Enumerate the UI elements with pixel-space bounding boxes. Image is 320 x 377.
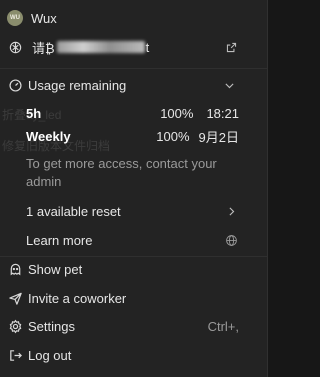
gauge-icon (7, 77, 23, 93)
usage-row-percent: 100% (156, 128, 190, 144)
usage-row-reset: 9月2日 (198, 129, 239, 145)
pet-icon (7, 261, 23, 277)
usage-row-label: 5h (26, 105, 42, 121)
account-row[interactable]: 请₿ t (0, 36, 267, 58)
account-suffix: t (145, 39, 150, 55)
settings-shortcut: Ctrl+, (207, 318, 239, 334)
account-menu: 折叠ay_led 修复旧版本文件归档 WU Wux 请₿ t Usage rem… (0, 0, 268, 377)
settings-item[interactable]: Settings Ctrl+, (0, 316, 267, 336)
invite-coworker-label: Invite a coworker (28, 290, 127, 306)
usage-row-label: Weekly (26, 128, 71, 144)
send-icon (7, 290, 23, 306)
chevron-right-icon (223, 203, 239, 219)
external-link-icon[interactable] (223, 39, 239, 55)
divider (0, 256, 267, 257)
usage-row-5h: 5h 100% 18:21 (0, 103, 267, 123)
gear-icon (7, 318, 23, 334)
redacted-account (56, 41, 145, 53)
account-prefix: 请₿ (32, 40, 55, 56)
usage-row-reset: 18:21 (206, 105, 239, 121)
show-pet-label: Show pet (28, 261, 83, 277)
settings-label: Settings (28, 318, 75, 334)
logout-label: Log out (28, 347, 72, 363)
logout-icon (7, 347, 23, 363)
globe-icon (223, 232, 239, 248)
available-reset-item[interactable]: 1 available reset (0, 201, 267, 221)
user-row: WU Wux (0, 9, 267, 27)
logout-item[interactable]: Log out (0, 345, 267, 365)
usage-note: To get more access, contact your admin (26, 156, 217, 189)
learn-more-item[interactable]: Learn more (0, 230, 267, 250)
usage-header[interactable]: Usage remaining (0, 75, 267, 95)
usage-row-percent: 100% (160, 105, 194, 121)
usage-header-label: Usage remaining (28, 77, 127, 93)
user-name: Wux (31, 10, 57, 26)
divider (0, 68, 267, 69)
avatar: WU (7, 10, 23, 26)
invite-coworker-item[interactable]: Invite a coworker (0, 288, 267, 308)
usage-row-weekly: Weekly 100% 9月2日 (0, 126, 267, 146)
show-pet-item[interactable]: Show pet (0, 259, 267, 279)
openai-logo-icon (7, 39, 23, 55)
available-reset-label: 1 available reset (26, 203, 121, 219)
chevron-down-icon (221, 77, 237, 93)
learn-more-label: Learn more (26, 232, 93, 248)
